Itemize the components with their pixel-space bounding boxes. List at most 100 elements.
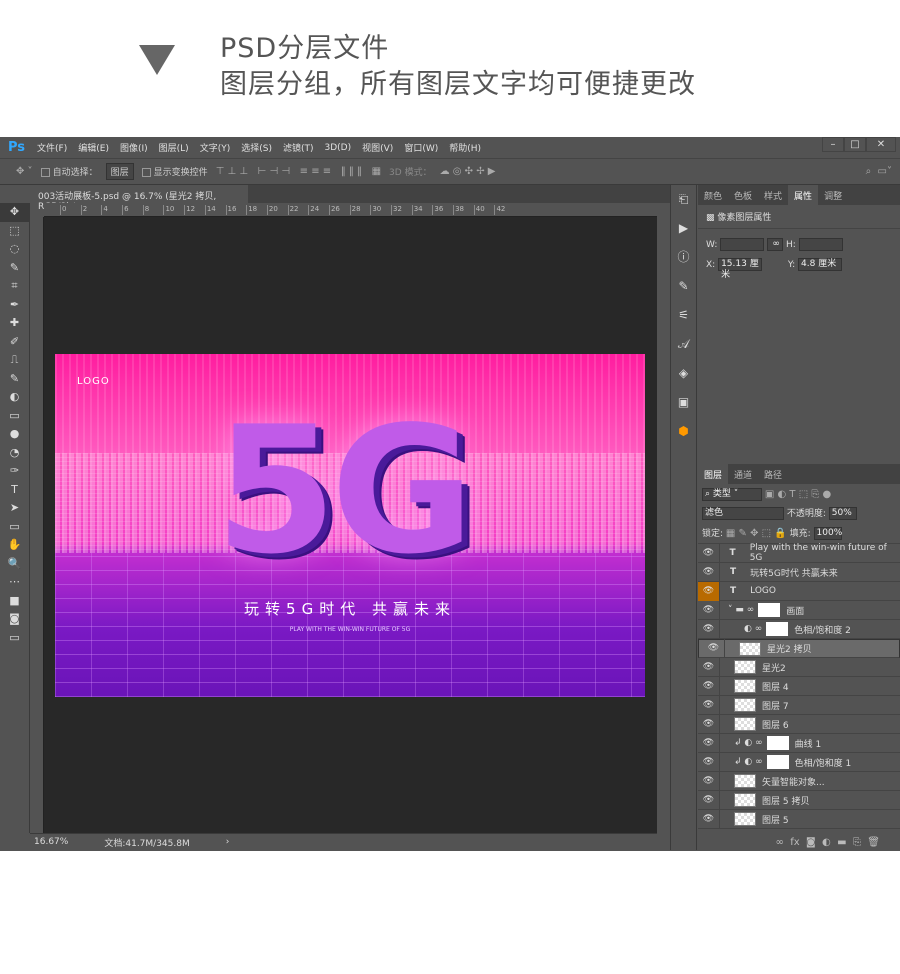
libraries-icon[interactable]: ▣ [671, 388, 696, 417]
eye-icon[interactable]: 👁 [698, 714, 720, 734]
tool-icon[interactable]: ✋ [0, 536, 29, 555]
3d-icon[interactable]: ⬢ [671, 417, 696, 446]
tool-icon[interactable]: ■ [0, 592, 29, 611]
opacity-field[interactable]: 50% [828, 507, 857, 520]
tool-icon[interactable]: 🔍 [0, 555, 29, 574]
x-field[interactable]: 15.13 厘米 [718, 258, 763, 280]
folder-icon[interactable]: ˅ ▬ ∞ [728, 605, 754, 615]
canvas-area[interactable]: 5G LOGO 玩转5G时代 共赢未来 PLAY WITH THE WIN-WI… [44, 217, 657, 833]
eye-icon[interactable]: 👁 [698, 657, 720, 677]
menu-item[interactable]: 帮助(H) [449, 141, 481, 154]
layer-row[interactable]: 👁 ˅ ▬ ∞ 画面 [698, 600, 900, 620]
paragraph-icon[interactable]: ◈ [671, 359, 696, 388]
tool-icon[interactable]: ▭ [0, 407, 29, 426]
tool-icon[interactable]: ✎ [0, 259, 29, 278]
tool-icon[interactable]: ◙ [0, 610, 29, 629]
properties-tab[interactable]: 属性 [788, 185, 819, 205]
eye-icon[interactable]: 👁 [698, 562, 720, 582]
eye-icon[interactable]: 👁 [698, 752, 720, 772]
tool-icon[interactable]: ◌ [0, 240, 29, 259]
layer-row[interactable]: 👁 T Play with the win-win future of 5G [698, 543, 900, 563]
eye-icon[interactable]: 👁 [698, 581, 720, 601]
search-icon[interactable]: ⌕ ▭˅ [866, 166, 892, 177]
tool-icon[interactable]: ✑ [0, 462, 29, 481]
move-tool-icon[interactable]: ✥ ˅ [16, 166, 33, 177]
menu-item[interactable]: 选择(S) [241, 141, 272, 154]
tool-icon[interactable]: ⋯ [0, 573, 29, 592]
auto-select-dropdown[interactable]: 图层 [105, 163, 134, 180]
3d-tools-icons[interactable]: ☁ ◎ ✣ ✢ ▶ [440, 166, 496, 177]
properties-tab[interactable]: 颜色 [698, 185, 728, 205]
filter-dropdown[interactable]: ⌕ 类型 ˅ [702, 488, 762, 501]
play-action-icon[interactable]: ▶ [671, 214, 696, 243]
tool-icon[interactable]: ⎍ [0, 351, 29, 370]
eye-icon[interactable]: 👁 [698, 676, 720, 696]
tool-icon[interactable]: ✎ [0, 370, 29, 389]
eye-icon[interactable]: 👁 [698, 809, 720, 829]
eye-icon[interactable]: 👁 [698, 543, 720, 563]
menu-item[interactable]: 编辑(E) [78, 141, 109, 154]
history-icon[interactable]: ⎗ [671, 185, 696, 214]
layers-tab[interactable]: 路径 [758, 464, 788, 484]
eye-icon[interactable]: 👁 [703, 639, 725, 658]
tool-icon[interactable]: ⌗ [0, 277, 29, 296]
layer-row[interactable]: 👁 ◐ ∞ 色相/饱和度 2 [698, 619, 900, 639]
auto-select-checkbox[interactable]: 自动选择： [40, 165, 98, 178]
eye-icon[interactable]: 👁 [698, 600, 720, 620]
link-icon[interactable]: ∞ [767, 238, 784, 251]
zoom-level[interactable]: 16.67% [34, 837, 68, 847]
layers-tab[interactable]: 图层 [698, 464, 729, 484]
layer-row[interactable]: 👁 ↲ ◐ ∞ 曲线 1 [698, 733, 900, 753]
menu-item[interactable]: 文字(Y) [200, 141, 231, 154]
w-field[interactable] [720, 238, 765, 251]
properties-tab[interactable]: 调整 [818, 185, 848, 205]
layer-row[interactable]: 👁 图层 5 拷贝 [698, 790, 900, 810]
layer-row[interactable]: 👁 矢量智能对象... [698, 771, 900, 791]
tool-icon[interactable]: ◔ [0, 444, 29, 463]
tool-icon[interactable]: ⬚ [0, 222, 29, 241]
properties-tab[interactable]: 样式 [758, 185, 788, 205]
eye-icon[interactable]: 👁 [698, 695, 720, 715]
tool-icon[interactable]: ➤ [0, 499, 29, 518]
filter-icons[interactable]: ▣ ◐ T ⬚ ⎘ ● [765, 489, 831, 500]
menu-item[interactable]: 文件(F) [37, 141, 67, 154]
layer-row[interactable]: 👁 星光2 拷贝 [698, 639, 900, 658]
maximize-button[interactable]: □ [844, 137, 866, 152]
eye-icon[interactable]: 👁 [698, 619, 720, 639]
show-transform-checkbox[interactable]: 显示变换控件 [141, 165, 208, 178]
align-icons[interactable]: ⊤ ⊥ ⊥ ⊢ ⊣ ⊣ ≡ ≡ ≡ ‖ ‖ ‖ ▦ [216, 166, 381, 177]
layer-row[interactable]: 👁 图层 5 [698, 809, 900, 829]
tool-icon[interactable]: ✒ [0, 296, 29, 315]
properties-tab[interactable]: 色板 [728, 185, 758, 205]
eye-icon[interactable]: 👁 [698, 790, 720, 810]
menu-item[interactable]: 图像(I) [120, 141, 148, 154]
tool-icon[interactable]: ◐ [0, 388, 29, 407]
layer-row[interactable]: 👁 T LOGO [698, 581, 900, 601]
layers-tab[interactable]: 通道 [728, 464, 758, 484]
minimize-button[interactable]: – [822, 137, 844, 152]
tool-icon[interactable]: ✥ [0, 203, 29, 222]
tool-icon[interactable]: ● [0, 425, 29, 444]
tool-icon[interactable]: T [0, 481, 29, 500]
menu-item[interactable]: 窗口(W) [404, 141, 438, 154]
menu-item[interactable]: 3D(D) [325, 143, 352, 153]
layer-row[interactable]: 👁 ↲ ◐ ∞ 色相/饱和度 1 [698, 752, 900, 772]
tool-icon[interactable]: ▭ [0, 518, 29, 537]
h-field[interactable] [798, 238, 843, 251]
layer-row[interactable]: 👁 T 玩转5G时代 共赢未来 [698, 562, 900, 582]
tool-icon[interactable]: ✐ [0, 333, 29, 352]
layer-actions[interactable]: ∞ fx ◙ ◐ ▬ ⎘ 🗑 [776, 837, 880, 848]
document-tab[interactable]: 003活动展板-5.psd @ 16.7% (星光2 拷贝, RGB/8) * … [30, 185, 248, 212]
eye-icon[interactable]: 👁 [698, 771, 720, 791]
adjust-icon[interactable]: ⚟ [671, 301, 696, 330]
info-icon[interactable]: ⓘ [671, 243, 696, 272]
layer-row[interactable]: 👁 星光2 [698, 657, 900, 677]
brush-settings-icon[interactable]: ✎ [671, 272, 696, 301]
status-arrow-button[interactable]: › [226, 837, 230, 847]
eye-icon[interactable]: 👁 [698, 733, 720, 753]
menu-item[interactable]: 图层(L) [159, 141, 189, 154]
tool-icon[interactable]: ▭ [0, 629, 29, 648]
lock-icons[interactable]: ▦ ✎ ✥ ⬚ 🔒 [726, 528, 787, 539]
menu-item[interactable]: 滤镜(T) [283, 141, 314, 154]
fill-field[interactable]: 100% [813, 527, 842, 540]
